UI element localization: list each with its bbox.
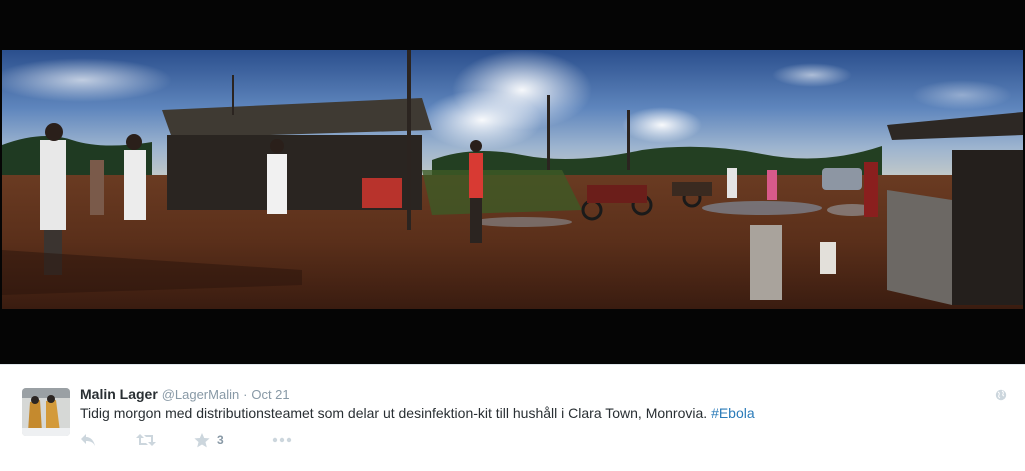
tweet-actions: 3	[80, 430, 292, 450]
favorite-button[interactable]: 3	[194, 432, 224, 448]
avatar[interactable]	[22, 388, 70, 436]
more-button[interactable]	[272, 437, 292, 443]
favorite-count: 3	[217, 433, 224, 447]
tweet-header: Malin Lager @LagerMalin · Oct 21	[80, 385, 290, 404]
tweet-timestamp[interactable]: Oct 21	[251, 387, 289, 402]
location-globe[interactable]	[995, 388, 1007, 401]
header-separator: ·	[243, 387, 248, 402]
retweet-button[interactable]	[136, 433, 156, 447]
media-panel	[0, 0, 1025, 364]
tweet: Malin Lager @LagerMalin · Oct 21 Tidig m…	[0, 364, 1025, 471]
reply-button[interactable]	[80, 433, 96, 447]
tweet-page: Malin Lager @LagerMalin · Oct 21 Tidig m…	[0, 0, 1025, 471]
reply-icon	[81, 434, 95, 446]
star-icon	[194, 432, 210, 447]
author-name[interactable]: Malin Lager	[80, 386, 158, 402]
panorama-image	[2, 50, 1023, 309]
more-icon	[272, 437, 291, 443]
retweet-icon	[136, 434, 156, 446]
hashtag-link[interactable]: #Ebola	[711, 405, 755, 421]
avatar-image	[22, 388, 70, 436]
panorama-photo[interactable]	[2, 50, 1023, 309]
author-username[interactable]: @LagerMalin	[162, 387, 240, 402]
tweet-text: Tidig morgon med distributionsteamet som…	[80, 404, 755, 422]
tweet-text-body: Tidig morgon med distributionsteamet som…	[80, 405, 712, 421]
globe-icon	[995, 389, 1007, 401]
